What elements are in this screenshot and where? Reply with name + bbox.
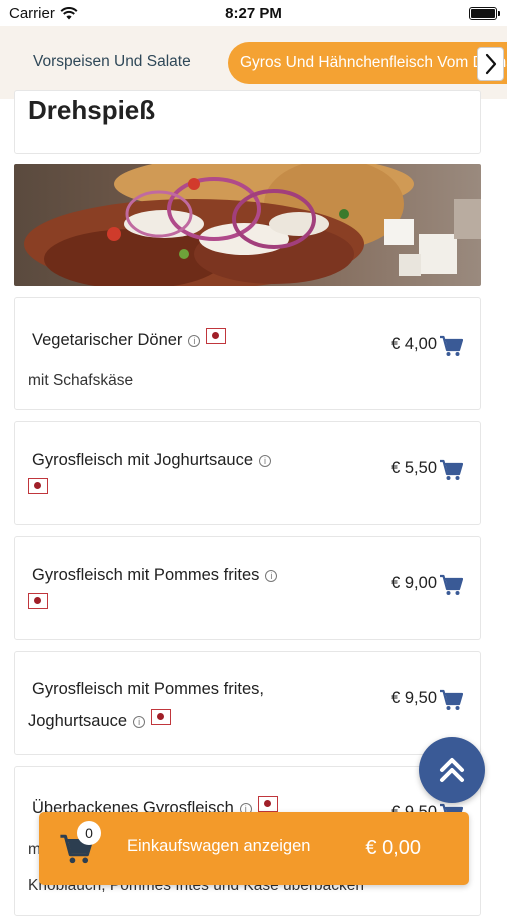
menu-item-card[interactable]: Vegetarischer Döner i mit Schafskäse € 4,… [14, 297, 481, 410]
menu-item-title-row: Gyrosfleisch mit Joghurtsauce i [32, 451, 272, 470]
menu-item-card[interactable]: Gyrosfleisch mit Pommes frites i € 9,00 [14, 536, 481, 640]
category-hero-image [14, 164, 481, 286]
cart-label: Einkaufswagen anzeigen [127, 837, 311, 855]
menu-item-card[interactable]: Gyrosfleisch mit Joghurtsauce i € 5,50 [14, 421, 481, 525]
menu-item-price: € 9,50 [391, 689, 437, 707]
cart-icon[interactable] [439, 459, 463, 481]
info-icon[interactable]: i [188, 335, 201, 347]
menu-item-title-row: Gyrosfleisch mit Pommes frites i [32, 566, 278, 585]
double-chevron-up-icon [440, 758, 464, 782]
menu-item-name: Gyrosfleisch mit Joghurtsauce [32, 451, 254, 469]
info-icon[interactable]: i [133, 716, 146, 728]
flag-icon [151, 709, 172, 725]
menu-item-name-line1: Gyrosfleisch mit Pommes frites, [32, 680, 264, 698]
info-icon[interactable]: i [259, 455, 272, 467]
cart-icon[interactable] [439, 574, 463, 596]
flag-icon [257, 796, 278, 812]
cart-total: € 0,00 [365, 837, 421, 859]
menu-item-name: Vegetarischer Döner [32, 331, 183, 349]
flag-icon [206, 328, 227, 344]
tab-gyros-und-haehnchenfleisch[interactable]: Gyros Und Hähnchenfleisch Vom Drehspieß [228, 42, 507, 84]
battery-icon [469, 7, 500, 20]
menu-item-title-row: Vegetarischer Döner i [32, 328, 227, 350]
clock: 8:27 PM [225, 5, 282, 22]
scroll-to-top-button[interactable] [419, 737, 485, 803]
cart-icon[interactable] [439, 335, 463, 357]
menu-item-price: € 4,00 [391, 335, 437, 353]
section-title: Drehspieß [28, 95, 156, 125]
menu-item-card[interactable]: Gyrosfleisch mit Pommes frites, Joghurts… [14, 651, 481, 755]
tab-vorspeisen-und-salate[interactable]: Vorspeisen Und Salate [33, 53, 191, 71]
gyros-sandwich-illustration [14, 164, 481, 286]
menu-item-price: € 9,00 [391, 574, 437, 592]
menu-item-title-row: Joghurtsauce i [28, 709, 172, 731]
menu-item-name-line2: Joghurtsauce [28, 712, 128, 730]
menu-item-description: mit Schafskäse [28, 372, 134, 389]
section-heading-card: Drehspieß [14, 90, 481, 154]
view-cart-button[interactable]: 0 Einkaufswagen anzeigen € 0,00 [39, 812, 469, 885]
flag-icon [28, 593, 48, 609]
tabs-scroll-right-button[interactable] [477, 47, 504, 81]
menu-item-name: Gyrosfleisch mit Pommes frites [32, 566, 260, 584]
status-bar: Carrier 8:27 PM [0, 0, 507, 26]
cart-count-badge: 0 [77, 821, 101, 845]
cart-icon[interactable] [439, 689, 463, 711]
info-icon[interactable]: i [265, 570, 278, 582]
chevron-right-icon [485, 53, 496, 75]
flag-icon [28, 478, 48, 494]
category-tabs: Vorspeisen Und Salate Gyros Und Hähnchen… [0, 26, 507, 99]
menu-item-price: € 5,50 [391, 459, 437, 477]
